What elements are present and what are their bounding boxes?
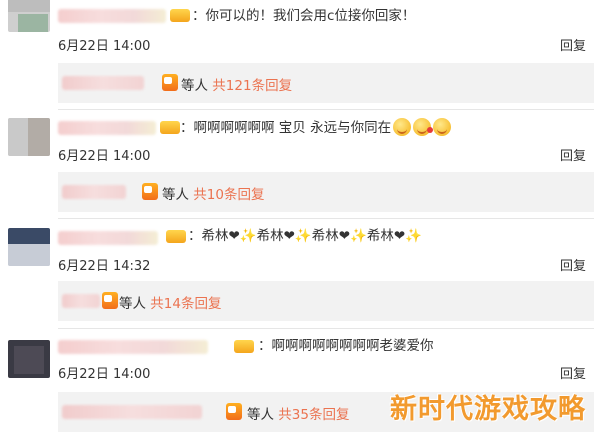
gift-icon (226, 403, 242, 420)
reply-others-label: 等人 (162, 187, 189, 203)
comment-date: 6月22日 14:32 (58, 259, 151, 274)
reply-count-link[interactable]: 共10条回复 (193, 187, 264, 203)
comment-item: ：你可以的！我们会用c位接你回家！ 6月22日 14:00 回复 等人 共121… (0, 0, 594, 110)
replier-names-redacted (62, 294, 100, 308)
reply-button[interactable]: 回复 (560, 145, 594, 164)
comment-text: ：啊啊啊啊啊啊 宝贝 永远与你同在 (180, 118, 452, 137)
comment-item: ：啊啊啊啊啊啊 宝贝 永远与你同在 6月22日 14:00 回复 等人 共10条… (0, 110, 594, 220)
smiling-face-icon (393, 118, 412, 136)
reply-count-link[interactable]: 共14条回复 (150, 296, 221, 312)
site-watermark: 新时代游戏攻略 (390, 394, 586, 425)
reply-summary[interactable]: 等人 共10条回复 (162, 183, 264, 203)
reply-preview[interactable]: 等人 共14条回复 (58, 281, 594, 321)
vip-badge (170, 9, 190, 22)
reply-summary[interactable]: 等人 共35条回复 (247, 403, 349, 423)
reply-others-label: 等人 (181, 78, 208, 94)
avatar[interactable] (8, 0, 50, 32)
smiling-face-icon (433, 118, 452, 136)
gift-icon (102, 292, 118, 309)
avatar[interactable] (8, 228, 50, 266)
reply-count-link[interactable]: 共121条回复 (212, 78, 292, 94)
reply-button[interactable]: 回复 (560, 363, 594, 382)
comment-divider (58, 218, 594, 219)
comment-date: 6月22日 14:00 (58, 39, 151, 54)
reply-button[interactable]: 回复 (560, 35, 594, 54)
comment-text: ：希林❤✨希林❤✨希林❤✨希林❤✨ (188, 228, 422, 244)
comment-text-body: ：啊啊啊啊啊啊 宝贝 永远与你同在 (180, 120, 392, 136)
reply-summary[interactable]: 等人 共14条回复 (119, 292, 221, 312)
avatar[interactable] (8, 118, 50, 156)
reply-summary[interactable]: 等人 共121条回复 (181, 74, 292, 94)
comment-date: 6月22日 14:00 (58, 367, 151, 382)
replier-names-redacted (62, 76, 144, 90)
comment-divider (58, 328, 594, 329)
reply-preview[interactable]: 等人 共121条回复 (58, 63, 594, 103)
replier-names-redacted (62, 185, 126, 199)
avatar[interactable] (8, 340, 50, 378)
vip-badge (166, 230, 186, 243)
replier-names-redacted (62, 405, 202, 419)
comment-text: ：你可以的！我们会用c位接你回家！ (192, 8, 416, 24)
reply-others-label: 等人 (119, 296, 146, 312)
gift-icon (142, 183, 158, 200)
reply-preview[interactable]: 等人 共10条回复 (58, 172, 594, 212)
reply-button[interactable]: 回复 (560, 255, 594, 274)
username-redacted[interactable] (58, 340, 208, 354)
comment-text: ：啊啊啊啊啊啊啊啊老婆爱你 (258, 338, 434, 354)
vip-badge (234, 340, 254, 353)
comment-date: 6月22日 14:00 (58, 149, 151, 164)
username-redacted[interactable] (58, 231, 158, 245)
vip-badge (160, 121, 180, 134)
reply-others-label: 等人 (247, 407, 274, 423)
kiss-face-icon (413, 118, 434, 136)
username-redacted[interactable] (58, 121, 156, 135)
username-redacted[interactable] (58, 9, 166, 23)
reply-count-link[interactable]: 共35条回复 (278, 407, 349, 423)
gift-icon (162, 74, 178, 91)
comment-item: ：希林❤✨希林❤✨希林❤✨希林❤✨ 6月22日 14:32 回复 等人 共14条… (0, 220, 594, 330)
